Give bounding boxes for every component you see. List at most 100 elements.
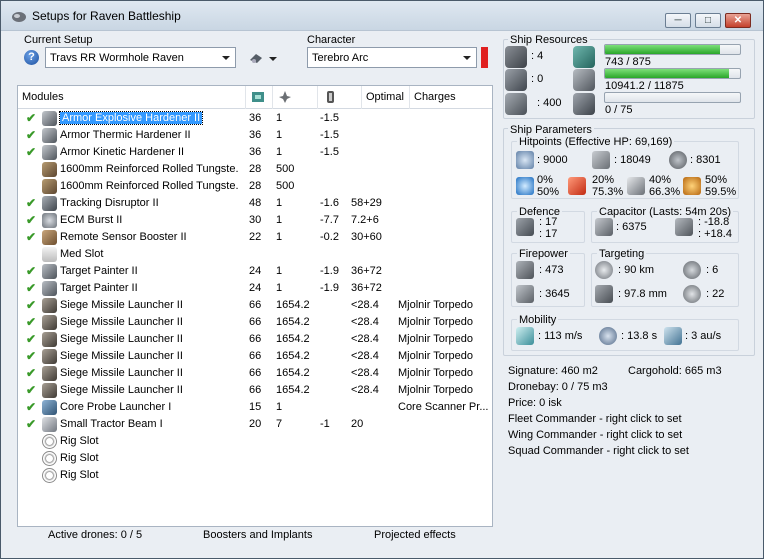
module-name-text: Armor Explosive Hardener II xyxy=(58,111,204,125)
check-icon[interactable]: ✔ xyxy=(26,315,38,329)
module-row[interactable]: ✔ Siege Missile Launcher II 66 1654.2 <28.4 M… xyxy=(18,348,492,365)
signature-radius: Signature: 460 m2 xyxy=(508,365,598,377)
missile-launcher-icon xyxy=(42,383,57,398)
check-icon[interactable]: ✔ xyxy=(26,298,38,312)
check-icon[interactable]: ✔ xyxy=(26,417,38,431)
module-charges xyxy=(398,161,490,178)
close-button[interactable]: ✕ xyxy=(725,13,751,28)
rig-slot-icon xyxy=(42,434,57,449)
col-cpu[interactable] xyxy=(246,86,273,109)
target-painter-icon xyxy=(42,264,57,279)
module-row[interactable]: Rig Slot xyxy=(18,467,492,484)
check-icon[interactable]: ✔ xyxy=(26,349,38,363)
firepower-title: Firepower xyxy=(517,248,570,260)
module-name: Siege Missile Launcher II xyxy=(58,365,238,382)
fleet-commander[interactable]: Fleet Commander - right click to set xyxy=(508,413,682,425)
module-cpu: 48 xyxy=(249,197,262,209)
module-pg: 1654.2 xyxy=(276,299,310,311)
module-row[interactable]: ✔ Small Tractor Beam I 20 7 -1 20 xyxy=(18,416,492,433)
check-icon[interactable]: ✔ xyxy=(26,111,38,125)
help-icon[interactable]: ? xyxy=(24,50,39,65)
minimize-button[interactable]: ─ xyxy=(665,13,691,28)
col-charges[interactable]: Charges xyxy=(410,86,492,109)
module-name-text: Siege Missile Launcher II xyxy=(60,384,183,396)
shield-hp: : 9000 xyxy=(537,154,568,166)
module-row[interactable]: ✔ Remote Sensor Booster II 22 1 -0.2 30+60 xyxy=(18,229,492,246)
module-cpu: 22 xyxy=(249,231,262,243)
module-row[interactable]: Med Slot xyxy=(18,246,492,263)
module-row[interactable]: ✔ Target Painter II 24 1 -1.9 36+72 xyxy=(18,263,492,280)
module-row[interactable]: Rig Slot xyxy=(18,450,492,467)
missile-launcher-icon xyxy=(42,349,57,364)
module-row[interactable]: ✔ Siege Missile Launcher II 66 1654.2 <28.4 M… xyxy=(18,365,492,382)
module-cpu: 24 xyxy=(249,265,262,277)
module-cpu: 66 xyxy=(249,367,262,379)
module-name-text: Rig Slot xyxy=(60,452,99,464)
module-cpu: 66 xyxy=(249,333,262,345)
check-icon[interactable]: ✔ xyxy=(26,264,38,278)
col-optimal[interactable]: Optimal xyxy=(362,86,410,109)
max-velocity: : 113 m/s xyxy=(538,330,583,342)
setup-select[interactable]: Travs RR Wormhole Raven xyxy=(45,47,236,68)
module-row[interactable]: ✔ Target Painter II 24 1 -1.9 36+72 xyxy=(18,280,492,297)
module-row[interactable]: ✔ Core Probe Launcher I 15 1 Core Scanner Pr… xyxy=(18,399,492,416)
col-powergrid[interactable] xyxy=(273,86,318,109)
targeting-range: : 90 km xyxy=(618,264,655,276)
module-row[interactable]: 1600mm Reinforced Rolled Tungste... 28 500 xyxy=(18,161,492,178)
module-row[interactable]: ✔ Siege Missile Launcher II 66 1654.2 <28.4 M… xyxy=(18,297,492,314)
price: Price: 0 isk xyxy=(508,397,562,409)
module-row[interactable]: ✔ Armor Thermic Hardener II 36 1 -1.5 xyxy=(18,127,492,144)
check-icon[interactable]: ✔ xyxy=(26,400,38,414)
module-name-text: Med Slot xyxy=(60,248,104,260)
module-row[interactable]: ✔ Armor Explosive Hardener II 36 1 -1.5 xyxy=(18,110,492,127)
module-name: Small Tractor Beam I xyxy=(58,416,238,433)
warp-speed-icon xyxy=(664,327,682,345)
module-row[interactable]: ✔ Siege Missile Launcher II 66 1654.2 <28.4 M… xyxy=(18,382,492,399)
col-capacitor[interactable] xyxy=(318,86,362,109)
projected-effects-button[interactable]: Projected effects xyxy=(374,529,456,541)
modules-list[interactable]: Modules Optimal Charges ✔ Armor Explosive… xyxy=(17,85,493,527)
maximize-button[interactable]: □ xyxy=(695,13,721,28)
check-icon[interactable]: ✔ xyxy=(26,128,38,142)
shield-icon xyxy=(516,151,534,169)
module-row[interactable]: 1600mm Reinforced Rolled Tungste... 28 500 xyxy=(18,178,492,195)
check-icon[interactable]: ✔ xyxy=(26,213,38,227)
module-cpu xyxy=(249,450,275,467)
launcher-hardpoints: : 0 xyxy=(531,73,544,85)
module-charges: Mjolnir Torpedo xyxy=(398,384,474,396)
module-row[interactable]: ✔ Armor Kinetic Hardener II 36 1 -1.5 xyxy=(18,144,492,161)
module-row[interactable]: ✔ Siege Missile Launcher II 66 1654.2 <28.4 M… xyxy=(18,331,492,348)
check-icon[interactable]: ✔ xyxy=(26,196,38,210)
active-drones-button[interactable]: Active drones: 0 / 5 xyxy=(48,529,142,541)
col-modules[interactable]: Modules xyxy=(18,86,246,109)
character-select[interactable]: Terebro Arc xyxy=(307,47,477,68)
module-row[interactable]: ✔ Siege Missile Launcher II 66 1654.2 <28.4 M… xyxy=(18,314,492,331)
firepower-dps: : 473 xyxy=(539,264,564,276)
module-row[interactable]: ✔ ECM Burst II 30 1 -7.7 7.2+6 xyxy=(18,212,492,229)
check-icon[interactable]: ✔ xyxy=(26,383,38,397)
drone-menu-button[interactable] xyxy=(245,48,283,68)
module-cpu xyxy=(249,467,275,484)
module-charges: Core Scanner Pr... xyxy=(398,401,489,413)
cargohold: Cargohold: 665 m3 xyxy=(628,365,722,377)
module-pg: 1654.2 xyxy=(276,350,310,362)
check-icon[interactable]: ✔ xyxy=(26,366,38,380)
turret-hardpoint-icon xyxy=(505,46,527,68)
explosive-resist-icon xyxy=(683,177,701,195)
wing-commander[interactable]: Wing Commander - right click to set xyxy=(508,429,682,441)
module-row[interactable]: ✔ Tracking Disruptor II 48 1 -1.6 58+29 xyxy=(18,195,492,212)
check-icon[interactable]: ✔ xyxy=(26,281,38,295)
module-row[interactable]: Rig Slot xyxy=(18,433,492,450)
module-name: Armor Thermic Hardener II xyxy=(58,127,238,144)
align-time-icon xyxy=(599,327,617,345)
check-icon[interactable]: ✔ xyxy=(26,230,38,244)
sensor-strength-icon xyxy=(683,285,701,303)
check-icon[interactable]: ✔ xyxy=(26,332,38,346)
module-name: Siege Missile Launcher II xyxy=(58,331,238,348)
armor-hardener-icon xyxy=(42,128,57,143)
squad-commander[interactable]: Squad Commander - right click to set xyxy=(508,445,689,457)
boosters-implants-button[interactable]: Boosters and Implants xyxy=(203,529,312,541)
module-name-text: Siege Missile Launcher II xyxy=(60,299,183,311)
module-pg: 1 xyxy=(276,214,283,226)
check-icon[interactable]: ✔ xyxy=(26,145,38,159)
